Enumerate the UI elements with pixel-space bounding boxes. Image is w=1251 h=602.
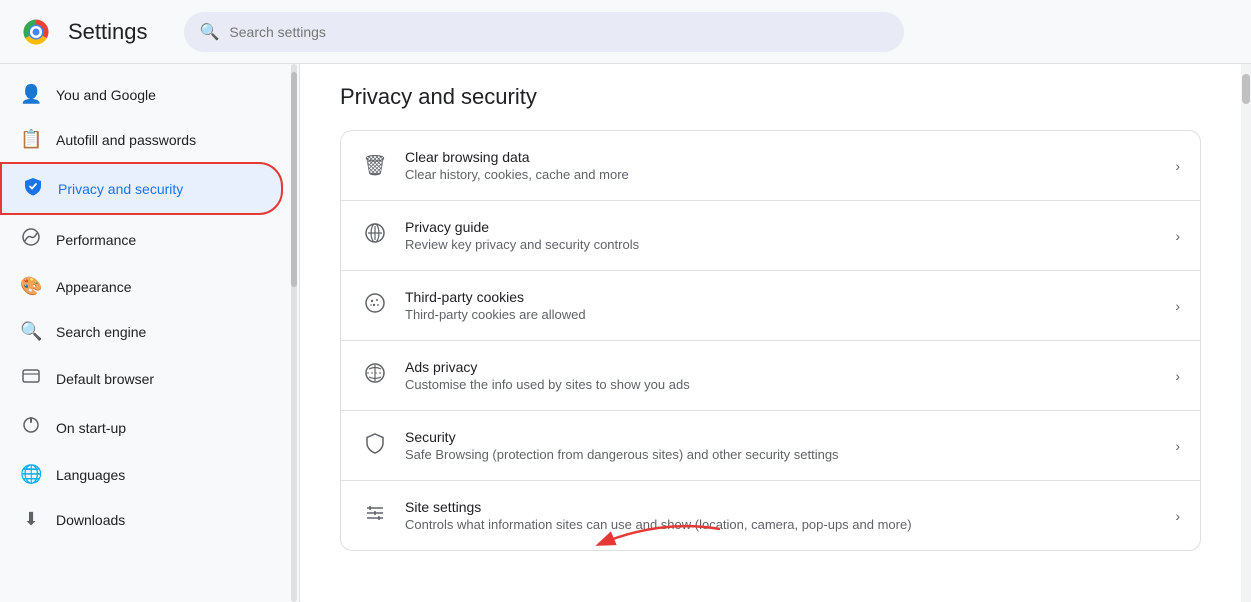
shield-blue-icon	[22, 176, 44, 201]
sidebar-item-you-google[interactable]: 👤 You and Google	[0, 72, 283, 117]
app-title: Settings	[68, 19, 148, 45]
content-area: Privacy and security 🗑 Clear browsing da…	[300, 64, 1241, 602]
search-icon: 🔍	[200, 22, 220, 42]
person-icon: 👤	[20, 84, 42, 105]
sidebar-scrollbar[interactable]	[291, 64, 297, 602]
chevron-right-icon: ›	[1175, 298, 1180, 314]
security-shield-icon	[361, 432, 389, 460]
row-title: Site settings	[405, 499, 1159, 515]
cookie-icon	[361, 292, 389, 320]
search-engine-icon: 🔍	[20, 321, 42, 342]
row-title: Ads privacy	[405, 359, 1159, 375]
sidebar-item-appearance[interactable]: 🎨 Appearance	[0, 264, 283, 309]
sidebar-item-privacy-security[interactable]: Privacy and security	[0, 162, 283, 215]
sidebar-item-performance[interactable]: Performance	[0, 215, 283, 264]
sidebar-item-label: Search engine	[56, 324, 146, 340]
right-scrollbar[interactable]	[1241, 64, 1251, 602]
settings-card: 🗑 Clear browsing data Clear history, coo…	[340, 130, 1201, 551]
chevron-right-icon: ›	[1175, 228, 1180, 244]
row-title: Clear browsing data	[405, 149, 1159, 165]
performance-icon	[20, 227, 42, 252]
chevron-right-icon: ›	[1175, 438, 1180, 454]
row-desc: Clear history, cookies, cache and more	[405, 167, 1159, 182]
sidebar-item-label: Languages	[56, 467, 125, 483]
right-scrollbar-thumb	[1242, 74, 1250, 104]
sidebar: 👤 You and Google 📋 Autofill and password…	[0, 64, 300, 602]
settings-row-security[interactable]: Security Safe Browsing (protection from …	[341, 411, 1200, 481]
chevron-right-icon: ›	[1175, 508, 1180, 524]
settings-row-ads-privacy[interactable]: Ads privacy Customise the info used by s…	[341, 341, 1200, 411]
download-icon: ⬇	[20, 509, 42, 530]
sidebar-item-label: Performance	[56, 232, 136, 248]
chevron-right-icon: ›	[1175, 158, 1180, 174]
clipboard-icon: 📋	[20, 129, 42, 150]
sidebar-item-autofill[interactable]: 📋 Autofill and passwords	[0, 117, 283, 162]
row-desc: Controls what information sites can use …	[405, 517, 1159, 532]
row-title: Third-party cookies	[405, 289, 1159, 305]
sidebar-item-label: Default browser	[56, 371, 154, 387]
row-title: Privacy guide	[405, 219, 1159, 235]
chevron-right-icon: ›	[1175, 368, 1180, 384]
header: Settings 🔍	[0, 0, 1251, 64]
browser-icon	[20, 366, 42, 391]
sidebar-scrollbar-thumb	[291, 72, 297, 287]
chrome-logo-icon	[20, 16, 52, 48]
row-title: Security	[405, 429, 1159, 445]
privacy-guide-icon	[361, 222, 389, 250]
settings-row-clear-browsing[interactable]: 🗑 Clear browsing data Clear history, coo…	[341, 131, 1200, 201]
sidebar-item-languages[interactable]: 🌐 Languages	[0, 452, 283, 497]
main-layout: 👤 You and Google 📋 Autofill and password…	[0, 64, 1251, 602]
search-bar[interactable]: 🔍	[184, 12, 904, 52]
settings-row-privacy-guide[interactable]: Privacy guide Review key privacy and sec…	[341, 201, 1200, 271]
sidebar-item-downloads[interactable]: ⬇ Downloads	[0, 497, 283, 542]
row-desc: Review key privacy and security controls	[405, 237, 1159, 252]
globe-icon: 🌐	[20, 464, 42, 485]
settings-row-cookies[interactable]: Third-party cookies Third-party cookies …	[341, 271, 1200, 341]
row-desc: Third-party cookies are allowed	[405, 307, 1159, 322]
settings-row-site-settings[interactable]: Site settings Controls what information …	[341, 481, 1200, 550]
appearance-icon: 🎨	[20, 276, 42, 297]
sidebar-item-label: On start-up	[56, 420, 126, 436]
sidebar-item-label: Autofill and passwords	[56, 132, 196, 148]
page-title: Privacy and security	[340, 84, 1201, 110]
sidebar-item-label: Privacy and security	[58, 181, 183, 197]
trash-icon: 🗑	[361, 153, 389, 178]
startup-icon	[20, 415, 42, 440]
sidebar-item-default-browser[interactable]: Default browser	[0, 354, 283, 403]
search-input[interactable]	[229, 24, 887, 40]
sidebar-item-label: You and Google	[56, 87, 156, 103]
site-settings-icon	[361, 502, 389, 530]
sidebar-item-search-engine[interactable]: 🔍 Search engine	[0, 309, 283, 354]
row-desc: Customise the info used by sites to show…	[405, 377, 1159, 392]
sidebar-item-on-startup[interactable]: On start-up	[0, 403, 283, 452]
row-desc: Safe Browsing (protection from dangerous…	[405, 447, 1159, 462]
sidebar-item-label: Downloads	[56, 512, 125, 528]
sidebar-item-label: Appearance	[56, 279, 132, 295]
ads-privacy-icon	[361, 362, 389, 390]
